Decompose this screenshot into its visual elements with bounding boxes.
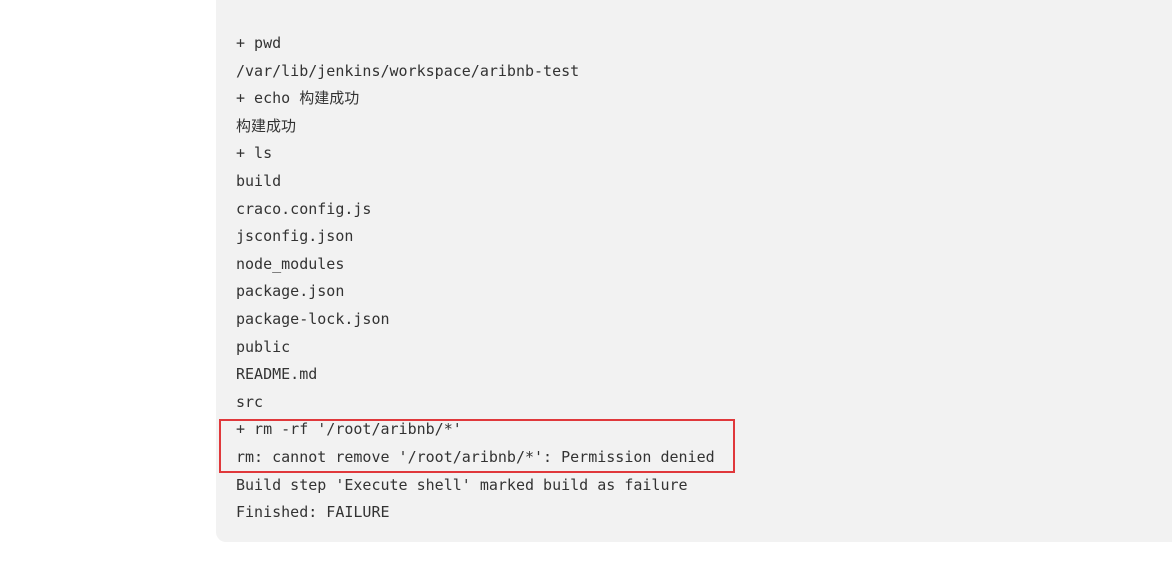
console-line: jsconfig.json [236, 227, 354, 246]
console-line: /var/lib/jenkins/workspace/aribnb-test [236, 61, 580, 80]
console-line-rm-command: + rm -rf '/root/aribnb/*' [236, 420, 462, 439]
console-line: + ls [236, 144, 273, 163]
console-output-panel: + pwd /var/lib/jenkins/workspace/aribnb-… [216, 0, 1172, 542]
console-line: craco.config.js [236, 199, 372, 218]
console-line: 构建成功 [236, 116, 297, 135]
console-line: + echo 构建成功 [236, 89, 360, 108]
console-output: + pwd /var/lib/jenkins/workspace/aribnb-… [236, 30, 715, 527]
console-line: package-lock.json [236, 309, 390, 328]
console-line: Build step 'Execute shell' marked build … [236, 475, 688, 494]
console-line: src [236, 392, 264, 411]
console-line: node_modules [236, 254, 345, 273]
console-line: README.md [236, 365, 318, 384]
console-line-build-result: Finished: FAILURE [236, 503, 390, 522]
console-line: public [236, 337, 291, 356]
console-line-permission-error: rm: cannot remove '/root/aribnb/*': Perm… [236, 447, 715, 466]
console-line: build [236, 171, 282, 190]
console-line: package.json [236, 282, 345, 301]
console-line: + pwd [236, 34, 282, 52]
